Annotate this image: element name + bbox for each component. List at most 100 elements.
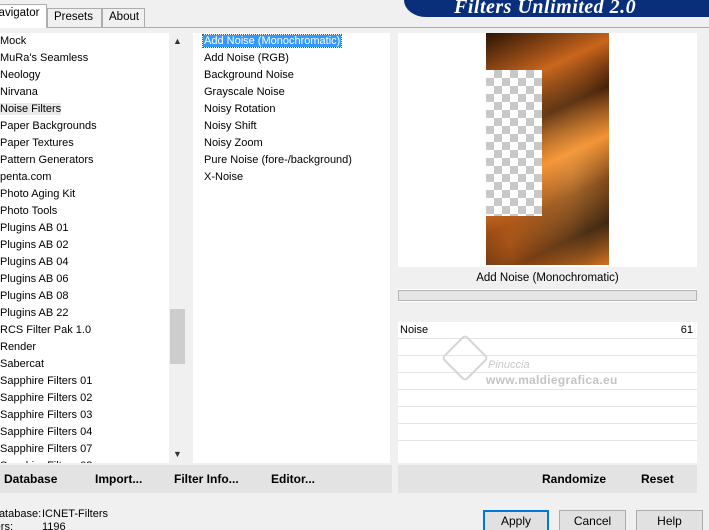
editor-button[interactable]: Editor... [271, 472, 315, 486]
category-item-label: Plugins AB 04 [0, 256, 69, 268]
category-item[interactable]: Render [0, 339, 168, 356]
category-item[interactable]: Paper Backgrounds [0, 118, 168, 135]
filter-item[interactable]: Pure Noise (fore-/background) [193, 152, 390, 169]
tab-about-label: About [109, 11, 140, 23]
filter-info-button[interactable]: Filter Info... [174, 472, 239, 486]
scroll-up-arrow-icon[interactable]: ▲ [169, 33, 186, 50]
import-button[interactable]: Import... [95, 472, 142, 486]
category-item-label: Sapphire Filters 07 [0, 443, 93, 455]
cancel-button[interactable]: Cancel [559, 510, 626, 530]
tab-about[interactable]: About [102, 8, 145, 27]
filter-item[interactable]: Noisy Shift [193, 118, 390, 135]
filter-item[interactable]: Add Noise (Monochromatic) [193, 33, 390, 50]
category-item-label: Paper Textures [0, 137, 74, 149]
category-item-label: Sapphire Filters 03 [0, 409, 93, 421]
category-item[interactable]: Sapphire Filters 04 [0, 424, 168, 441]
category-item[interactable]: Sapphire Filters 03 [0, 407, 168, 424]
filter-item[interactable]: Noisy Rotation [193, 101, 390, 118]
category-item[interactable]: Mock [0, 33, 168, 50]
right-toolbar: Randomize Reset [398, 465, 697, 493]
category-item[interactable]: MuRa's Seamless [0, 50, 168, 67]
category-list-panel: Mock MuRa's Seamless Neology Nirvana Noise F… [0, 33, 186, 463]
preview-image[interactable] [486, 33, 609, 265]
filter-item[interactable]: Noisy Zoom [193, 135, 390, 152]
tab-navigator[interactable]: lavigator [0, 4, 47, 28]
filter-item-label: Add Noise (RGB) [204, 52, 289, 64]
database-button[interactable]: Database [4, 472, 57, 486]
category-item[interactable]: Sapphire Filters 07 [0, 441, 168, 458]
category-item-label: Sabercat [0, 358, 45, 370]
filter-item[interactable]: Grayscale Noise [193, 84, 390, 101]
preview-filter-title: Add Noise (Monochromatic) [398, 267, 697, 289]
randomize-button[interactable]: Randomize [542, 472, 606, 486]
preview-panel: Add Noise (Monochromatic) Noise 61 [398, 33, 697, 463]
category-item[interactable]: Sapphire Filters 02 [0, 390, 168, 407]
category-item[interactable]: Photo Tools [0, 203, 168, 220]
category-item-label: Nirvana [0, 86, 38, 98]
category-item-label: Plugins AB 01 [0, 222, 69, 234]
category-item-label: Paper Backgrounds [0, 120, 97, 132]
category-item-label: Plugins AB 06 [0, 273, 69, 285]
left-toolbar: Database Import... Filter Info... Editor… [0, 465, 392, 493]
category-item-label: RCS Filter Pak 1.0 [0, 324, 92, 336]
category-item[interactable]: RCS Filter Pak 1.0 [0, 322, 168, 339]
filter-item-label: Add Noise (Monochromatic) [201, 34, 343, 48]
category-item[interactable]: Plugins AB 22 [0, 305, 168, 322]
banner-title: Filters Unlimited 2.0 [454, 0, 637, 17]
category-item[interactable]: Photo Aging Kit [0, 186, 168, 203]
filter-list[interactable]: Add Noise (Monochromatic) Add Noise (RGB)… [193, 33, 390, 186]
filter-item-label: Pure Noise (fore-/background) [204, 154, 352, 166]
filter-item-label: X-Noise [204, 171, 244, 183]
category-item[interactable]: Noise Filters [0, 101, 168, 118]
scrollbar-thumb[interactable] [170, 309, 185, 364]
filter-item[interactable]: Add Noise (RGB) [193, 50, 390, 67]
category-scrollbar[interactable]: ▲ ▼ [169, 33, 186, 463]
help-button[interactable]: Help [636, 510, 703, 530]
category-item-label: Pattern Generators [0, 154, 94, 166]
param-row [398, 356, 697, 373]
category-item[interactable]: Plugins AB 08 [0, 288, 168, 305]
tab-divider [0, 27, 709, 28]
category-item[interactable]: Nirvana [0, 84, 168, 101]
category-item-label: penta.com [0, 171, 52, 183]
filter-item-label: Noisy Shift [204, 120, 257, 132]
param-value[interactable]: 61 [681, 322, 693, 338]
category-item-label: Sapphire Filters 08 [0, 460, 92, 463]
category-item[interactable]: Plugins AB 01 [0, 220, 168, 237]
param-row[interactable]: Noise 61 [398, 322, 697, 339]
category-item-label: Photo Aging Kit [0, 188, 76, 200]
category-item-label: Sapphire Filters 01 [0, 375, 93, 387]
category-item[interactable]: Pattern Generators [0, 152, 168, 169]
apply-button[interactable]: Apply [483, 510, 549, 530]
category-item-label: MuRa's Seamless [0, 52, 89, 64]
transparency-checkerboard [486, 70, 542, 216]
category-item-label: Neology [0, 69, 41, 81]
category-item[interactable]: Paper Textures [0, 135, 168, 152]
category-item-label: Mock [0, 35, 27, 47]
category-item[interactable]: Sapphire Filters 01 [0, 373, 168, 390]
filter-item-label: Grayscale Noise [204, 86, 285, 98]
status-database-value: ICNET-Filters [42, 508, 108, 520]
tab-presets[interactable]: Presets [47, 8, 102, 27]
category-item[interactable]: Neology [0, 67, 168, 84]
param-row [398, 390, 697, 407]
category-item[interactable]: Sapphire Filters 08 [0, 458, 168, 463]
filter-list-panel: Add Noise (Monochromatic) Add Noise (RGB)… [193, 33, 390, 463]
category-item-label: Sapphire Filters 04 [0, 426, 93, 438]
filter-item[interactable]: Background Noise [193, 67, 390, 84]
category-item[interactable]: Plugins AB 06 [0, 271, 168, 288]
category-item-label: Noise Filters [0, 103, 62, 115]
scroll-down-arrow-icon[interactable]: ▼ [169, 446, 186, 463]
category-item[interactable]: Sabercat [0, 356, 168, 373]
status-database-label: Database: [0, 508, 42, 520]
category-item[interactable]: Plugins AB 02 [0, 237, 168, 254]
reset-button[interactable]: Reset [641, 472, 674, 486]
category-item-label: Photo Tools [0, 205, 58, 217]
category-item-label: Render [0, 341, 37, 353]
param-row [398, 339, 697, 356]
parameter-list: Noise 61 [398, 322, 697, 441]
filter-item[interactable]: X-Noise [193, 169, 390, 186]
category-item[interactable]: Plugins AB 04 [0, 254, 168, 271]
category-item[interactable]: penta.com [0, 169, 168, 186]
category-list[interactable]: Mock MuRa's Seamless Neology Nirvana Noise F… [0, 33, 168, 463]
